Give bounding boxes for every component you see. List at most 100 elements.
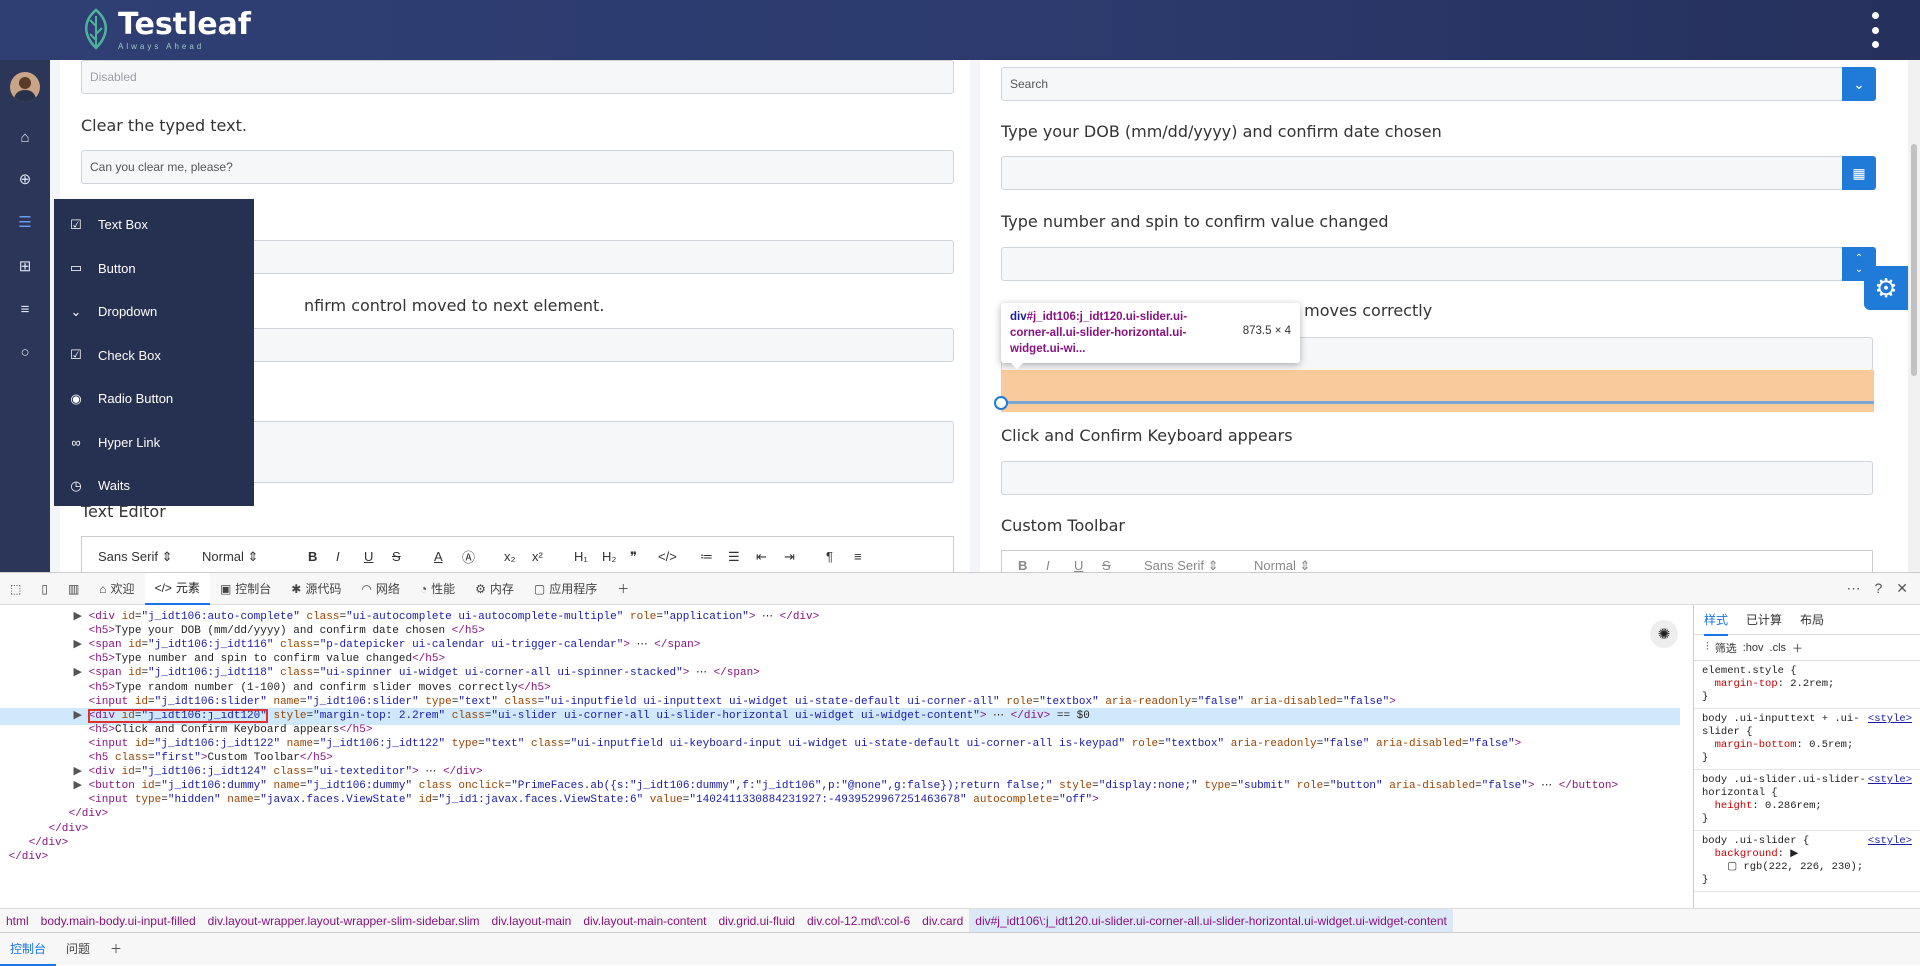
ordered-list-icon[interactable]: ≔	[700, 549, 728, 565]
grid-icon[interactable]: ⊞	[11, 252, 39, 280]
breadcrumb-item[interactable]: body.main-body.ui-input-filled	[35, 914, 202, 928]
text-color-button[interactable]: A	[434, 549, 462, 564]
tab-computed[interactable]: 已计算	[1746, 611, 1782, 628]
logo[interactable]: Testleaf Always Ahead	[80, 8, 251, 52]
tab-memory[interactable]: ⚙ 内存	[465, 573, 524, 605]
superscript-button[interactable]: x²	[532, 549, 574, 564]
style-rule[interactable]: <style> body .ui-slider { background: ▶ ▢…	[1694, 831, 1920, 892]
home-icon[interactable]: ⌂	[11, 123, 39, 151]
list-icon[interactable]: ☰	[11, 208, 39, 236]
quote-button[interactable]: ❞	[630, 549, 658, 565]
dom-tree[interactable]: ▶ <div id="j_idt106:auto-complete" class…	[0, 605, 1690, 908]
radio-icon: ◉	[70, 390, 82, 406]
dob-input[interactable]	[1001, 156, 1843, 190]
outdent-icon[interactable]: ⇤	[756, 549, 784, 565]
bullet-list-icon[interactable]: ☰	[728, 549, 756, 565]
breadcrumb-item[interactable]: div#j_idt106\:j_idt120.ui-slider.ui-corn…	[969, 909, 1453, 932]
breadcrumb-item[interactable]: div.layout-main	[486, 914, 578, 928]
slider-handle[interactable]	[994, 396, 1008, 410]
chevron-down-icon[interactable]: ⌄	[1842, 67, 1876, 101]
breadcrumb-item[interactable]: html	[0, 914, 35, 928]
device-icon[interactable]: ▯	[31, 573, 58, 605]
drawer-tab-console[interactable]: 控制台	[0, 933, 57, 966]
bold-button[interactable]: B	[1018, 558, 1046, 572]
style-rule[interactable]: <style> body .ui-slider.ui-slider-horizon…	[1694, 770, 1920, 831]
close-icon[interactable]: ✕	[1896, 580, 1908, 597]
tab-layout[interactable]: 布局	[1800, 611, 1824, 628]
devtools-tabbar: ⬚ ▯ ▥ ⌂ 欢迎 </> 元素 ▣ 控制台 ✱ 源代码 ◠ 网络 ◔ 性能 ⚙ 内存 ▢ 应…	[0, 572, 1920, 605]
menu-hyper-link[interactable]: ∞ Hyper Link	[54, 421, 254, 465]
menu-check-box[interactable]: ☑ Check Box	[54, 334, 254, 378]
search-input[interactable]: Search	[1001, 67, 1843, 101]
breadcrumb-item[interactable]: div.grid.ui-fluid	[713, 914, 801, 928]
inspect-icon[interactable]: ⬚	[0, 573, 31, 605]
cls-button[interactable]: .cls	[1770, 642, 1787, 654]
dom-node-line[interactable]: </div>	[0, 849, 1680, 866]
chevron-down-icon[interactable]: ⌄	[1855, 264, 1863, 275]
slider-track[interactable]	[1001, 401, 1874, 404]
tab-application[interactable]: ▢ 应用程序	[524, 573, 607, 605]
subscript-button[interactable]: x₂	[504, 549, 532, 564]
breadcrumb-item[interactable]: div.layout-wrapper.layout-wrapper-slim-s…	[202, 914, 486, 928]
size-select[interactable]: Normal ⇕	[1254, 558, 1364, 573]
indent-icon[interactable]: ⇥	[784, 549, 826, 565]
globe-icon[interactable]: ⊕	[11, 165, 39, 193]
menu-waits[interactable]: ◷ Waits	[54, 464, 254, 508]
clear-text-input[interactable]: Can you clear me, please?	[81, 150, 954, 184]
style-rule[interactable]: <style> body .ui-inputtext + .ui-slider {…	[1694, 709, 1920, 770]
help-icon[interactable]: ?	[1874, 580, 1882, 597]
tab-sources[interactable]: ✱ 源代码	[281, 573, 351, 605]
menu-button[interactable]: ▭ Button	[54, 247, 254, 291]
add-rule-icon[interactable]: ＋	[1792, 640, 1803, 656]
custom-toolbar: B I U S Sans Serif ⇕ Normal ⇕	[1001, 550, 1873, 572]
size-select[interactable]: Normal ⇕	[202, 549, 308, 565]
breadcrumb-item[interactable]: div.col-12.md\:col-6	[801, 914, 916, 928]
tab-elements[interactable]: </> 元素	[144, 572, 210, 605]
strike-button[interactable]: S	[1102, 558, 1144, 572]
font-select[interactable]: Sans Serif ⇕	[1144, 558, 1254, 573]
align-icon[interactable]: ≡	[854, 549, 882, 564]
panel-icon[interactable]: ▥	[58, 573, 89, 605]
breadcrumb-item[interactable]: div.layout-main-content	[577, 914, 712, 928]
lines-icon[interactable]: ≡	[11, 295, 39, 323]
code-button[interactable]: </>	[658, 549, 700, 564]
filter-input[interactable]: 筛选	[1715, 640, 1737, 656]
underline-button[interactable]: U	[1074, 558, 1102, 572]
chevron-up-icon[interactable]: ⌃	[1855, 253, 1863, 264]
keyboard-input[interactable]	[1001, 461, 1873, 495]
tab-performance[interactable]: ◔ 性能	[410, 573, 465, 605]
settings-gear-icon[interactable]: ⚙	[1864, 266, 1908, 310]
h1-button[interactable]: H₁	[574, 549, 602, 564]
tab-styles[interactable]: 样式	[1704, 611, 1729, 636]
direction-icon[interactable]: ¶	[826, 549, 854, 564]
style-rule[interactable]: element.style { margin-top: 2.2rem;}	[1694, 661, 1920, 709]
bold-button[interactable]: B	[308, 549, 336, 564]
avatar[interactable]	[10, 72, 40, 102]
accessibility-icon[interactable]: ✺	[1650, 620, 1678, 648]
gear-icon: ⚙	[475, 581, 486, 596]
tab-console[interactable]: ▣ 控制台	[210, 573, 281, 605]
underline-button[interactable]: U	[364, 549, 392, 564]
tab-welcome[interactable]: ⌂ 欢迎	[89, 573, 144, 605]
drawer-tab-issues[interactable]: 问题	[56, 933, 100, 966]
highlight-icon[interactable]: Ⓐ	[462, 547, 504, 566]
italic-button[interactable]: I	[336, 549, 364, 564]
font-select[interactable]: Sans Serif ⇕	[98, 549, 202, 565]
add-drawer-tab-icon[interactable]: ＋	[100, 933, 132, 966]
calendar-icon[interactable]: ▦	[1842, 156, 1876, 190]
hov-button[interactable]: :hov	[1743, 642, 1764, 654]
more-options-icon[interactable]	[1865, 12, 1885, 48]
menu-radio-button[interactable]: ◉ Radio Button	[54, 377, 254, 421]
menu-text-box[interactable]: ☑ Text Box	[54, 203, 254, 247]
breadcrumb-item[interactable]: div.card	[916, 914, 969, 928]
strike-button[interactable]: S	[392, 549, 434, 564]
add-tab-icon[interactable]: ＋	[607, 573, 639, 605]
tab-network[interactable]: ◠ 网络	[351, 573, 410, 605]
page-scrollbar[interactable]	[1908, 60, 1920, 572]
italic-button[interactable]: I	[1046, 558, 1074, 572]
h2-button[interactable]: H₂	[602, 549, 630, 564]
circle-icon[interactable]: ○	[11, 338, 39, 366]
more-icon[interactable]: ⋯	[1846, 580, 1860, 597]
menu-dropdown[interactable]: ⌄ Dropdown	[54, 290, 254, 334]
spinner-input[interactable]	[1001, 247, 1843, 281]
